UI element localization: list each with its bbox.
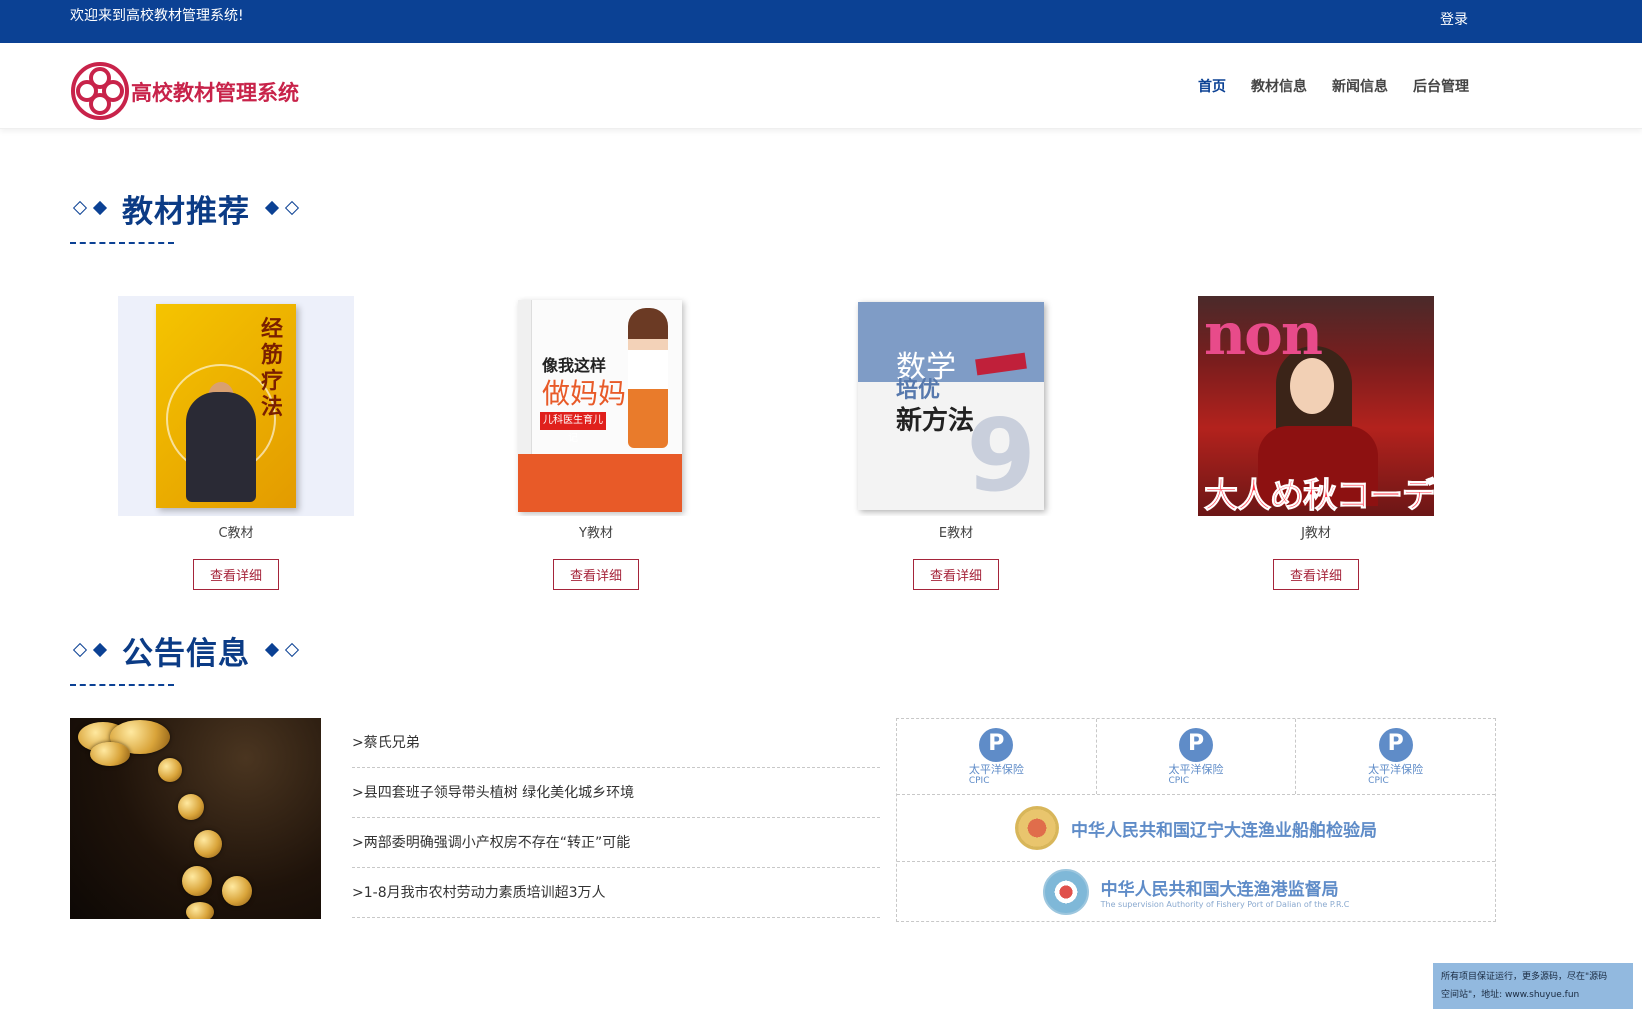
news-list: >蔡氏兄弟 >县四套班子领导带头植树 绿化美化城乡环境 >两部委明确强调小产权房… [352,718,880,918]
welcome-text: 欢迎来到高校教材管理系统! [70,8,244,24]
book-name: Y教材 [579,526,613,541]
watermark-notice: 所有项目保证运行，更多源码，尽在"源码 空间站"，地址: www.shuyue.… [1433,963,1633,1009]
books-section-title: 教材推荐 [70,188,302,230]
news-image[interactable] [70,718,321,919]
diamond-outline-icon [72,642,88,658]
partner-logo-fishery-inspection[interactable]: 中华人民共和国辽宁大连渔业船舶检验局 [897,795,1495,861]
book-name: E教材 [938,526,974,541]
diamond-filled-icon [92,642,108,658]
partner-logo-cpic[interactable]: 太平洋保险 CPIC [897,719,1097,794]
diamond-filled-icon [264,642,280,658]
book-cover-image[interactable]: 经筋疗法 [118,296,354,516]
books-title: 教材推荐 [122,193,250,230]
cover-logo: non [1204,300,1323,368]
nav-news[interactable]: 新闻信息 [1332,76,1388,96]
book-card: 像我这样 做妈妈 儿科医生育儿记 Y教材 查看详细 [476,296,716,590]
diamond-filled-icon [264,200,280,216]
book-name: C教材 [218,526,254,541]
diamond-filled-icon [92,200,108,216]
view-detail-button[interactable]: 查看详细 [192,559,279,590]
view-detail-button[interactable]: 查看详细 [552,559,639,590]
view-detail-button[interactable]: 查看详细 [1272,559,1359,590]
partner-logo-fishery-port[interactable]: 中华人民共和国大连渔港监督局 The supervision Authority… [897,862,1495,921]
partner-logo-cpic[interactable]: 太平洋保险 CPIC [1296,719,1495,794]
diamond-outline-icon [284,642,300,658]
news-item[interactable]: >蔡氏兄弟 [352,718,880,768]
view-detail-button[interactable]: 查看详细 [912,559,999,590]
diamond-outline-icon [284,200,300,216]
emblem-icon [1042,868,1089,915]
news-item[interactable]: >县四套班子领导带头植树 绿化美化城乡环境 [352,768,880,818]
main-nav: 首页 教材信息 新闻信息 后台管理 [1198,76,1469,96]
book-cover-image[interactable]: 数学 培优 新方法 9 [838,296,1074,516]
cpic-icon [1378,727,1413,762]
book-cover-image[interactable]: non 大人め秋コーデ53 [1198,296,1434,516]
book-name: J教材 [1301,526,1331,541]
book-card: non 大人め秋コーデ53 J教材 查看详细 [1196,296,1436,590]
cover-title: 经筋疗法 [260,316,283,420]
nav-home[interactable]: 首页 [1198,76,1226,96]
book-cover-image[interactable]: 像我这样 做妈妈 儿科医生育儿记 [478,296,714,516]
partner-logo-cpic[interactable]: 太平洋保险 CPIC [1097,719,1297,794]
site-name[interactable]: 高校教材管理系统 [131,77,299,107]
book-card: 经筋疗法 C教材 查看详细 [116,296,356,590]
diamond-outline-icon [72,200,88,216]
news-section-title: 公告信息 [70,630,302,672]
partner-logos: 太平洋保险 CPIC 太平洋保险 CPIC 太平洋保险 CPIC 中华人民共和国… [896,718,1496,922]
book-card: 数学 培优 新方法 9 E教材 查看详细 [836,296,1076,590]
cover-band: 儿科医生育儿记 [540,412,606,444]
cover-title: 大人め秋コーデ53 [1203,476,1434,517]
nav-admin[interactable]: 后台管理 [1413,76,1469,96]
top-bar: 欢迎来到高校教材管理系统! 登录 [0,0,1642,43]
emblem-icon [1015,806,1059,850]
cover-number: 9 [966,397,1036,510]
cover-title: 新方法 [896,406,975,436]
nav-textbooks[interactable]: 教材信息 [1251,76,1307,96]
cpic-icon [1179,727,1213,762]
news-title: 公告信息 [122,635,250,672]
header: 高校教材管理系统 首页 教材信息 新闻信息 后台管理 [0,43,1642,129]
logo-icon[interactable] [70,61,130,121]
cpic-icon [979,727,1014,762]
section-underline [70,242,174,244]
section-underline [70,684,174,686]
cover-title: 做妈妈 [542,377,627,410]
login-link[interactable]: 登录 [1440,9,1468,29]
news-item[interactable]: >1-8月我市农村劳动力素质培训超3万人 [352,868,880,918]
news-item[interactable]: >两部委明确强调小产权房不存在“转正”可能 [352,818,880,868]
